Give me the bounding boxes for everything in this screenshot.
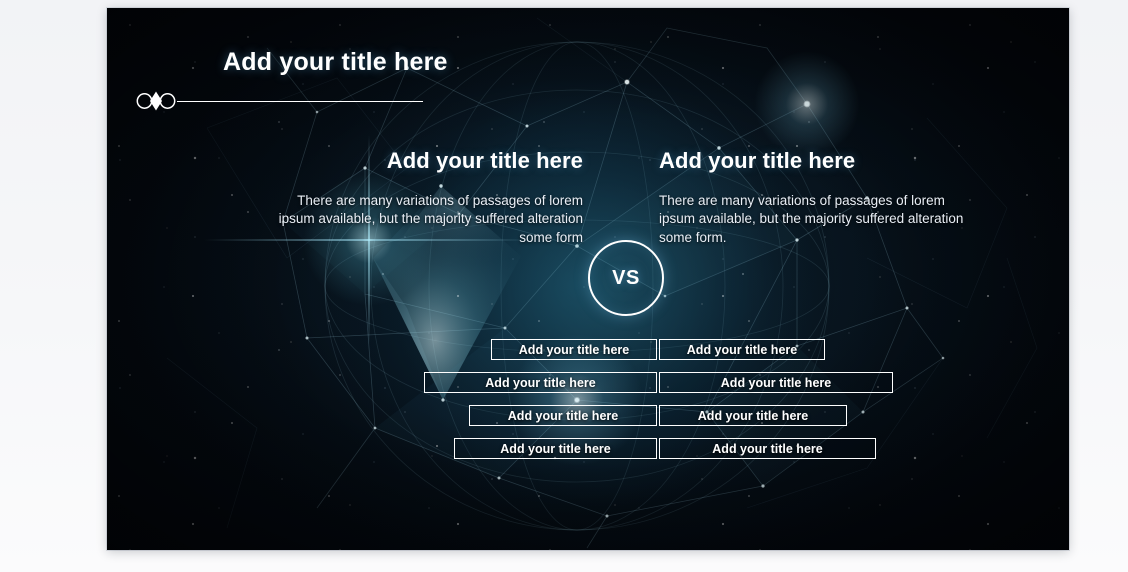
infinity-diamond-ornament-icon [136, 91, 176, 111]
title-divider [135, 90, 423, 112]
bar-item-right-3[interactable]: Add your title here [659, 405, 847, 426]
bar-item-right-4[interactable]: Add your title here [659, 438, 876, 459]
column-left-title: Add your title here [386, 148, 583, 173]
bar-item-label: Add your title here [485, 375, 596, 390]
bar-item-label: Add your title here [697, 408, 809, 423]
divider-line [177, 100, 423, 103]
bar-item-label: Add your title here [500, 441, 611, 456]
bar-item-label: Add your title here [507, 408, 619, 423]
column-left-body: There are many variations of passages of… [278, 193, 583, 245]
bar-item-right-1[interactable]: Add your title here [659, 339, 825, 360]
column-right-body: There are many variations of passages of… [659, 193, 964, 245]
column-right: Add your title here There are many varia… [659, 148, 1059, 247]
slide-content: Add your title here Add your title here … [107, 8, 1069, 550]
bar-item-right-2[interactable]: Add your title here [659, 372, 893, 393]
bar-item-left-2[interactable]: Add your title here [424, 372, 657, 393]
bar-item-left-3[interactable]: Add your title here [469, 405, 657, 426]
vs-label: VS [612, 266, 640, 289]
bar-item-label: Add your title here [518, 342, 630, 357]
bar-list-left: Add your title here Add your title here Ad… [257, 339, 657, 471]
bar-item-left-1[interactable]: Add your title here [491, 339, 657, 360]
presentation-page: Add your title here Add your title here … [0, 0, 1128, 572]
bar-item-left-4[interactable]: Add your title here [454, 438, 657, 459]
bar-item-label: Add your title here [686, 342, 798, 357]
page-title: Add your title here [223, 48, 448, 76]
bar-list-right: Add your title here Add your title here Ad… [659, 339, 1059, 471]
slide-canvas[interactable]: Add your title here Add your title here … [107, 8, 1069, 550]
column-left: Add your title here There are many varia… [183, 148, 583, 247]
vs-circle-icon: VS [588, 240, 664, 316]
column-right-title: Add your title here [659, 148, 856, 173]
bar-item-label: Add your title here [720, 375, 832, 390]
bar-item-label: Add your title here [712, 441, 823, 456]
